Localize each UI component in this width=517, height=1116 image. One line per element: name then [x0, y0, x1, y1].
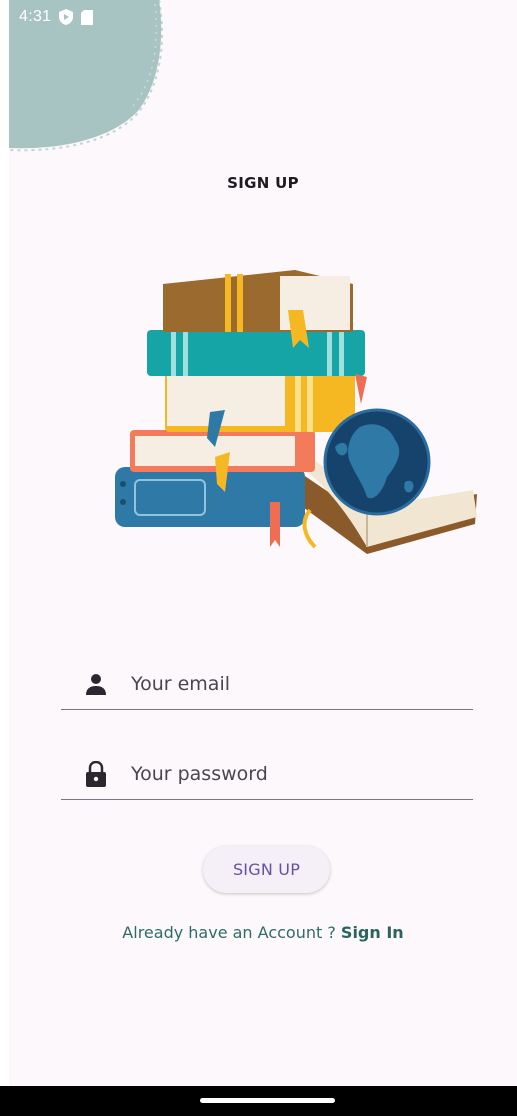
person-icon [83, 671, 109, 697]
sign-up-button[interactable]: SIGN UP [203, 846, 330, 893]
sign-up-screen: 4:31 SIGN UP Your email SIGN UP Already … [9, 0, 517, 1116]
sd-card-icon [81, 9, 94, 25]
navigation-bar [0, 1086, 517, 1116]
page-title: SIGN UP [227, 174, 299, 192]
shield-icon [59, 9, 74, 25]
password-field[interactable] [61, 749, 473, 800]
sign-in-prompt: Already have an Account ? Sign In [9, 923, 517, 942]
sign-in-prompt-text: Already have an Account ? [122, 923, 341, 942]
home-gesture-handle[interactable] [200, 1098, 335, 1103]
status-bar: 4:31 [9, 0, 517, 34]
email-input[interactable] [131, 673, 473, 695]
books-globe-illustration [115, 270, 477, 554]
status-time: 4:31 [19, 8, 52, 25]
email-field[interactable] [61, 659, 473, 710]
password-input[interactable] [131, 763, 473, 785]
sign-in-link[interactable]: Sign In [341, 923, 404, 942]
lock-icon [83, 761, 109, 787]
